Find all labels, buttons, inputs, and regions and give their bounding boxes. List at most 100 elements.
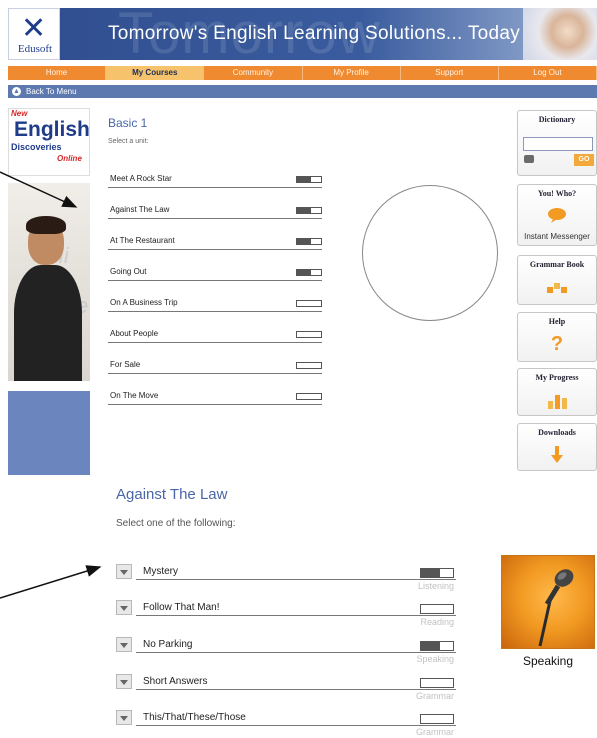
unit-row[interactable]: Against The Law	[108, 203, 322, 219]
unit-row[interactable]: About People	[108, 327, 322, 343]
banner-photo	[523, 8, 597, 60]
activity-divider	[136, 615, 456, 616]
activity-progress-bar	[420, 641, 454, 651]
unit-row[interactable]: For Sale	[108, 358, 322, 374]
unit-progress-bar	[296, 269, 322, 276]
downloads-title: Downloads	[538, 428, 576, 437]
brand-new: New	[11, 109, 28, 118]
unit-row[interactable]: Going Out	[108, 265, 322, 281]
unit-label: Against The Law	[110, 205, 170, 214]
unit-detail-instruction: Select one of the following:	[116, 518, 236, 529]
unit-progress-bar	[296, 176, 322, 183]
nav-home[interactable]: Home	[8, 66, 107, 80]
unit-label: Meet A Rock Star	[110, 174, 172, 183]
chevron-down-icon	[120, 570, 128, 575]
activity-dropdown-button[interactable]	[116, 564, 132, 579]
activity-skill: Listening	[417, 581, 454, 591]
progress-chart-icon	[518, 391, 596, 414]
unit-label: At The Restaurant	[110, 236, 175, 245]
activity-progress-bar	[420, 568, 454, 578]
annotation-arrow-lower	[0, 565, 102, 599]
nav-log-out[interactable]: Log Out	[499, 66, 597, 80]
chevron-down-icon	[120, 643, 128, 648]
dictionary-book-icon[interactable]	[524, 155, 534, 163]
dictionary-go-button[interactable]: GO	[574, 154, 594, 166]
banner-title: Tomorrow's English Learning Solutions...…	[108, 23, 521, 44]
back-arrow-icon[interactable]: ▲	[12, 87, 21, 96]
unit-progress-bar	[296, 300, 322, 307]
downloads-widget[interactable]: Downloads	[517, 423, 597, 471]
my-progress-widget[interactable]: My Progress	[517, 368, 597, 416]
edusoft-logo[interactable]: ✕ Edusoft	[8, 8, 60, 60]
chevron-down-icon	[120, 716, 128, 721]
nav-my-courses[interactable]: My Courses	[106, 66, 205, 80]
grammar-blocks-icon	[518, 282, 596, 301]
activity-label: Short Answers	[143, 676, 208, 687]
unit-label: On The Move	[110, 391, 159, 400]
you-who-widget[interactable]: You! Who? Instant Messenger	[517, 184, 597, 246]
photo-hair	[26, 216, 66, 234]
unit-progress-fill	[297, 208, 312, 213]
activity-progress-bar	[420, 714, 454, 724]
unit-progress-bar	[296, 238, 322, 245]
brand-discoveries: Discoveries	[11, 142, 62, 152]
unit-instruction: Select a unit:	[108, 138, 149, 145]
unit-row[interactable]: On A Business Trip	[108, 296, 322, 312]
dictionary-widget: Dictionary GO	[517, 110, 597, 176]
activity-label: Follow That Man!	[143, 602, 220, 613]
back-to-menu-link[interactable]: Back To Menu	[26, 85, 77, 98]
activity-label: Mystery	[143, 566, 178, 577]
header-banner: Tomorrow Tomorrow's English Learning Sol…	[8, 8, 597, 60]
nav-my-profile[interactable]: My Profile	[303, 66, 401, 80]
activity-skill: Grammar	[416, 727, 454, 737]
unit-label: On A Business Trip	[110, 298, 178, 307]
help-title: Help	[548, 317, 566, 326]
microphone-icon	[538, 569, 574, 647]
chevron-down-icon	[120, 606, 128, 611]
activity-progress-bar	[420, 678, 454, 688]
activity-row[interactable]: Mystery Listening	[116, 563, 456, 599]
nav-community[interactable]: Community	[204, 66, 303, 80]
activity-progress-fill	[421, 569, 441, 577]
unit-progress-fill	[297, 239, 312, 244]
grammar-book-widget[interactable]: Grammar Book	[517, 255, 597, 305]
activity-dropdown-button[interactable]	[116, 710, 132, 725]
activity-row[interactable]: Short Answers Grammar	[116, 673, 456, 709]
nav-support[interactable]: Support	[401, 66, 499, 80]
unit-progress-fill	[297, 270, 312, 275]
edusoft-figure-icon: ✕	[21, 11, 47, 46]
brand-online: Online	[57, 154, 82, 163]
activity-dropdown-button[interactable]	[116, 674, 132, 689]
english-discoveries-logo: New English Discoveries Online	[8, 108, 90, 176]
you-who-title: You! Who?	[537, 189, 577, 198]
photo-body	[14, 265, 82, 381]
brand-english: English	[14, 118, 90, 141]
activity-skill: Reading	[420, 617, 454, 627]
unit-row[interactable]: On The Move	[108, 389, 322, 405]
unit-label: For Sale	[110, 360, 141, 369]
activity-divider	[136, 725, 456, 726]
dictionary-title: Dictionary	[538, 115, 576, 124]
activity-dropdown-button[interactable]	[116, 600, 132, 615]
activity-row[interactable]: Follow That Man! Reading	[116, 599, 456, 635]
activity-label: No Parking	[143, 639, 193, 650]
activity-divider	[136, 652, 456, 653]
help-widget[interactable]: Help ?	[517, 312, 597, 362]
course-title: Basic 1	[108, 116, 148, 130]
unit-label: Going Out	[110, 267, 147, 276]
unit-progress-bar	[296, 207, 322, 214]
screenshot-root: Tomorrow Tomorrow's English Learning Sol…	[0, 0, 597, 738]
activity-dropdown-button[interactable]	[116, 637, 132, 652]
activity-row[interactable]: No Parking Speaking	[116, 636, 456, 672]
unit-row[interactable]: At The Restaurant	[108, 234, 322, 250]
speaking-label: Speaking	[522, 654, 574, 668]
unit-progress-bar	[296, 393, 322, 400]
unit-progress-fill	[297, 177, 312, 182]
unit-row[interactable]: Meet A Rock Star	[108, 172, 322, 188]
activity-row[interactable]: This/That/These/Those Grammar	[116, 709, 456, 738]
download-arrow-icon	[518, 446, 596, 469]
instant-messenger-label: Instant Messenger	[524, 232, 590, 241]
grammar-book-title: Grammar Book	[529, 260, 585, 269]
dictionary-search-input[interactable]	[523, 137, 593, 151]
unit-progress-bar	[296, 331, 322, 338]
